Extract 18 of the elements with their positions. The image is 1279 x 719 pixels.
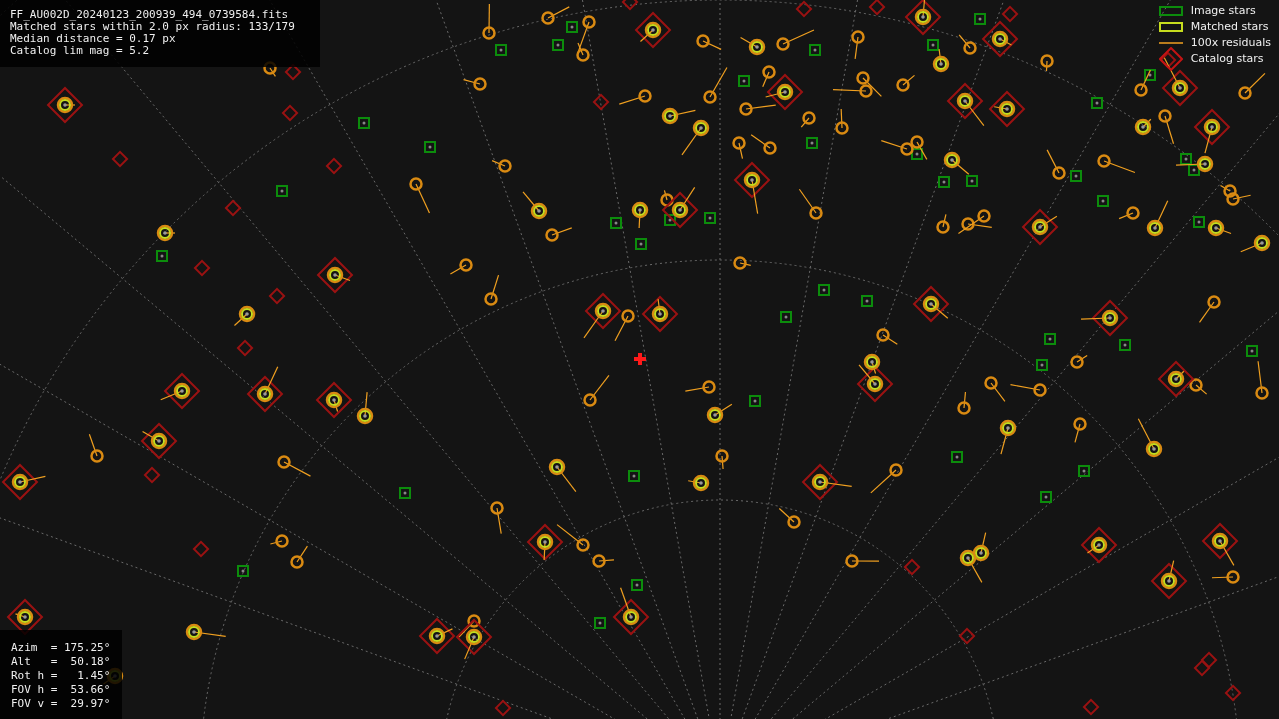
legend-diamond-icon	[1158, 46, 1183, 71]
legend-line-icon	[1158, 40, 1183, 45]
pointing-line: Azim = 175.25°	[11, 641, 111, 655]
info-line: FF_AU002D_20240123_200939_494_0739584.fits	[10, 9, 290, 21]
info-line: Catalog lim mag = 5.2	[10, 45, 151, 57]
pointing-line: Rot h = 1.45°	[11, 669, 111, 683]
pointing-line: FOV h = 53.66°	[11, 683, 111, 697]
legend-square-icon	[1158, 21, 1183, 32]
legend-square-icon	[1158, 5, 1183, 16]
legend-label: Matched stars	[1190, 20, 1269, 33]
legend-label: 100x residuals	[1190, 36, 1271, 49]
legend-label: Catalog stars	[1190, 52, 1264, 65]
crosshair-icon	[634, 353, 646, 365]
info-line: Matched stars within 2.0 px radius: 133/179	[10, 21, 296, 33]
legend-label: Image stars	[1190, 4, 1256, 17]
pointing-line: FOV v = 29.97°	[11, 697, 111, 711]
pointing-line: Alt = 50.18°	[11, 655, 111, 669]
info-line: Median distance = 0.17 px	[10, 33, 177, 45]
